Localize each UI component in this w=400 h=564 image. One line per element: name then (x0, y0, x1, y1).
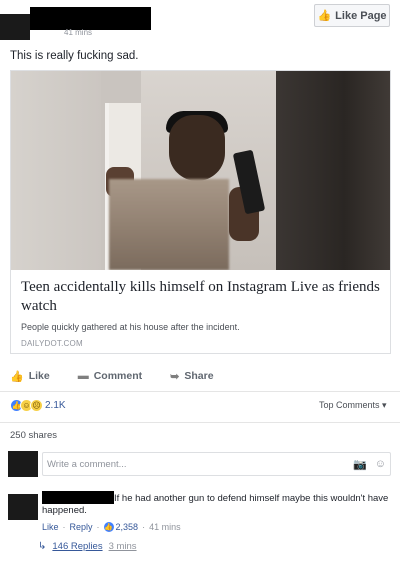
camera-icon[interactable]: 📷 (353, 458, 367, 471)
post-header: 41 mins 👍 Like Page (0, 0, 400, 44)
replies-link[interactable]: 146 Replies (52, 541, 102, 552)
user-avatar (8, 451, 38, 477)
emoji-icon[interactable]: ☺ (375, 458, 386, 470)
like-label: Like (28, 370, 50, 382)
comment-reaction-count[interactable]: 👍 2,358 (103, 522, 139, 532)
post-action-bar: 👍 Like ▬ Comment ➥ Share (10, 366, 391, 386)
reply-arrow-icon: ↳ (38, 541, 47, 552)
top-comments-label: Top Comments (319, 400, 380, 410)
link-title[interactable]: Teen accidentally kills himself on Insta… (21, 278, 380, 316)
comment-reaction-number: 2,358 (115, 522, 139, 532)
view-replies[interactable]: ↳ 146 Replies 3 mins (38, 541, 137, 552)
reaction-count[interactable]: 2.1K (45, 400, 66, 411)
post-text: This is really fucking sad. (10, 50, 139, 62)
comment-icon: ▬ (77, 370, 89, 382)
comment-composer: Write a comment... 📷 ☺ (0, 449, 400, 479)
divider (0, 391, 400, 392)
comment-time[interactable]: 41 mins (149, 522, 181, 532)
link-description: People quickly gathered at his house aft… (21, 322, 240, 332)
sad-reaction-icon: ☹ (30, 399, 43, 412)
comment-like-link[interactable]: Like (42, 522, 59, 532)
like-page-button[interactable]: 👍 Like Page (314, 4, 390, 27)
post-timestamp[interactable]: 41 mins (64, 28, 92, 37)
comment-label: Comment (93, 370, 143, 382)
thumbs-up-icon: 👍 (10, 370, 24, 383)
comment-item: If he had another gun to defend himself … (0, 491, 400, 535)
redacted-page-name (30, 7, 151, 30)
comment-input[interactable]: Write a comment... 📷 ☺ (42, 452, 391, 476)
link-text-area[interactable]: Teen accidentally kills himself on Insta… (11, 270, 390, 353)
comment-placeholder: Write a comment... (47, 458, 127, 470)
share-label: Share (184, 370, 214, 382)
divider (0, 422, 400, 423)
comment-button[interactable]: ▬ Comment (78, 370, 142, 382)
like-reaction-icon: 👍 (103, 522, 114, 532)
comment-reply-link[interactable]: Reply (70, 522, 93, 532)
caret-down-icon: ▾ (382, 400, 387, 410)
redacted-commenter-name (42, 491, 114, 504)
comment-meta: Like · Reply · 👍 2,358 · 41 mins (42, 522, 181, 532)
thumbs-up-icon: 👍 (317, 10, 332, 22)
link-preview-image[interactable] (11, 71, 390, 270)
like-page-label: Like Page (335, 9, 387, 22)
link-preview-card[interactable]: Teen accidentally kills himself on Insta… (10, 70, 391, 354)
like-button[interactable]: 👍 Like (10, 370, 50, 383)
reaction-icons: 👍 ☺ ☹ (10, 399, 43, 412)
share-icon: ➥ (170, 370, 180, 383)
share-button[interactable]: ➥ Share (170, 370, 213, 383)
commenter-avatar[interactable] (8, 494, 38, 520)
link-domain: DAILYDOT.COM (21, 339, 83, 348)
shares-count[interactable]: 250 shares (10, 430, 57, 441)
top-comments-dropdown[interactable]: Top Comments ▾ (319, 400, 387, 411)
replies-time: 3 mins (108, 541, 137, 552)
reactions-summary[interactable]: 👍 ☺ ☹ 2.1K (10, 399, 66, 412)
page-avatar[interactable] (0, 14, 30, 40)
